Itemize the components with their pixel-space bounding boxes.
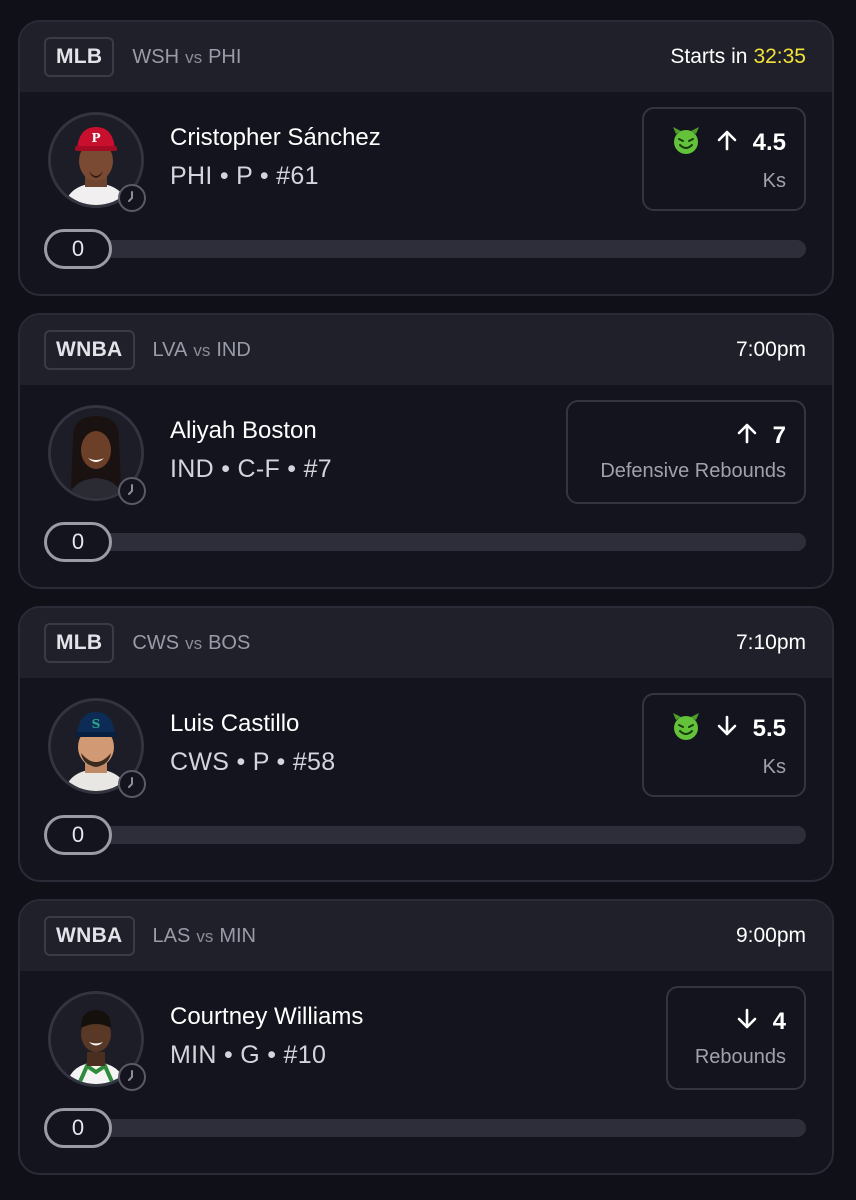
vs-label: vs [185,47,203,67]
stat-type: Ks [762,756,786,778]
vs-label: vs [193,340,211,360]
team-home: IND [216,338,251,361]
clock-icon [118,1063,146,1091]
player-name: Cristopher Sánchez [170,124,381,151]
projection-card[interactable]: MLB WSH vs PHI Starts in 32:35 P Cristop… [18,20,834,296]
progress-track [46,826,806,844]
card-header: WNBA LAS vs MIN 9:00pm [20,901,832,971]
player-meta: PHI • P • #61 [170,162,319,190]
projection-card[interactable]: WNBA LVA vs IND 7:00pm Aliyah Boston IND… [18,313,834,589]
start-time: 9:00pm [735,924,806,947]
line-value: 7 [772,421,786,449]
clock-icon [118,184,146,212]
projection-line-button[interactable]: 4 Rebounds [666,986,806,1090]
arrow-up-icon [735,421,759,450]
start-time: 7:00pm [735,338,806,361]
starts-in-label: Starts in [670,45,748,68]
matchup: LAS vs MIN [153,925,256,948]
svg-text:S: S [92,717,101,731]
progress-value: 0 [44,522,112,562]
player-name: Luis Castillo [170,710,300,737]
team-away: CWS [132,631,180,654]
progress-value: 0 [44,815,112,855]
player-avatar-wrap[interactable] [48,405,146,505]
league-badge: MLB [44,623,115,663]
league-badge: WNBA [44,916,135,956]
arrow-down-icon [735,1007,759,1036]
game-start-time: 7:00pm [736,338,806,362]
line-value: 5.5 [752,714,786,742]
progress-track [46,1119,806,1137]
team-away: LAS [152,924,191,947]
game-start-time: 7:10pm [736,631,806,655]
stat-type: Ks [762,170,786,192]
vs-label: vs [185,633,203,653]
matchup: WSH vs PHI [132,46,241,69]
progress-value: 0 [44,1108,112,1148]
stat-type: Defensive Rebounds [600,460,786,482]
svg-text:P: P [91,131,100,145]
projection-list: MLB WSH vs PHI Starts in 32:35 P Cristop… [0,0,856,1200]
player-avatar-wrap[interactable]: P [48,112,146,212]
player-name: Courtney Williams [170,1003,364,1030]
team-home: MIN [219,924,257,947]
player-name: Aliyah Boston [170,417,317,444]
demon-icon [671,711,701,746]
league-badge: WNBA [44,330,135,370]
projection-line-button[interactable]: 7 Defensive Rebounds [566,400,806,504]
player-meta: MIN • G • #10 [170,1041,327,1069]
progress-track [46,240,806,258]
start-time: 7:10pm [735,631,806,654]
arrow-down-icon [715,714,739,743]
player-meta: CWS • P • #58 [170,748,336,776]
stat-type: Rebounds [694,1046,786,1068]
line-value: 4.5 [752,128,786,156]
countdown-timer: 32:35 [753,45,806,68]
card-header: MLB WSH vs PHI Starts in 32:35 [20,22,832,92]
projection-line-button[interactable]: 5.5 Ks [642,693,806,797]
team-home: BOS [208,631,251,654]
projection-card[interactable]: MLB CWS vs BOS 7:10pm S Luis Castillo CW… [18,606,834,882]
team-away: WSH [132,45,180,68]
team-home: PHI [208,45,242,68]
player-avatar-wrap[interactable]: S [48,698,146,798]
game-start-time: 9:00pm [736,924,806,948]
player-meta: IND • C-F • #7 [170,455,333,483]
league-badge: MLB [44,37,115,77]
clock-icon [118,477,146,505]
projection-line-button[interactable]: 4.5 Ks [642,107,806,211]
projection-card[interactable]: WNBA LAS vs MIN 9:00pm Courtney Williams… [18,899,834,1175]
game-start-time: Starts in 32:35 [670,45,806,69]
card-header: MLB CWS vs BOS 7:10pm [20,608,832,678]
matchup: LVA vs IND [153,339,251,362]
arrow-up-icon [715,128,739,157]
line-value: 4 [772,1007,786,1035]
team-away: LVA [152,338,188,361]
progress-track [46,533,806,551]
matchup: CWS vs BOS [132,632,250,655]
progress-value: 0 [44,229,112,269]
clock-icon [118,770,146,798]
demon-icon [671,125,701,160]
player-avatar-wrap[interactable] [48,991,146,1091]
card-header: WNBA LVA vs IND 7:00pm [20,315,832,385]
vs-label: vs [196,926,214,946]
